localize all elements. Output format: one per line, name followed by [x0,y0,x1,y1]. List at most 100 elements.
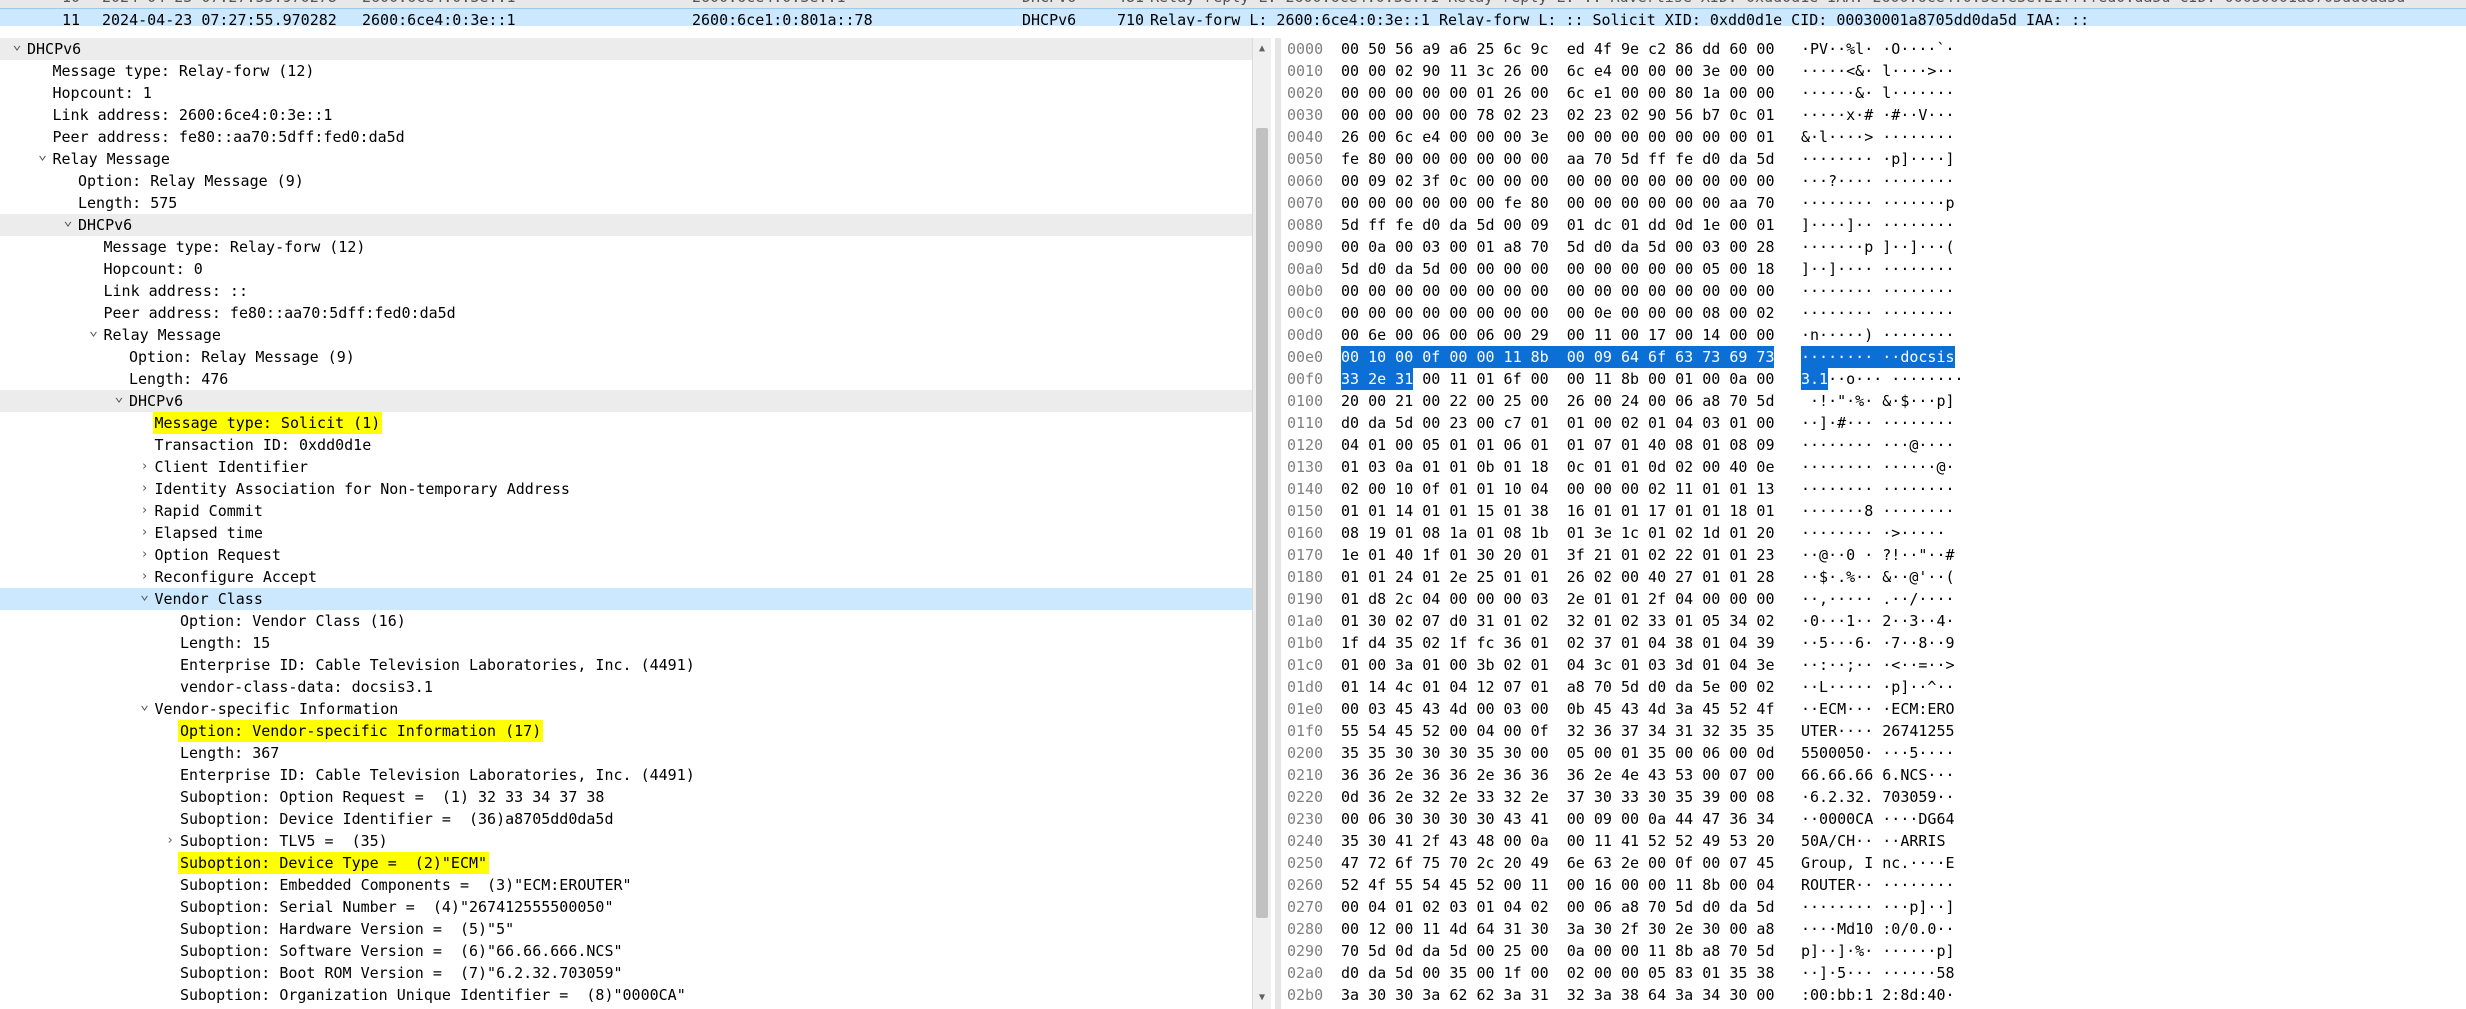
hex-row[interactable]: 0150 01 01 14 01 01 15 01 38 16 01 01 17 … [1281,500,2466,522]
tree-row[interactable]: Suboption: Software Version = (6)"66.66.… [0,940,1252,962]
hex-row[interactable]: 00c0 00 00 00 00 00 00 00 00 00 0e 00 00 … [1281,302,2466,324]
hex-row[interactable]: 0080 5d ff fe d0 da 5d 00 09 01 dc 01 dd … [1281,214,2466,236]
tree-row[interactable]: › Elapsed time [0,522,1252,544]
tree-row[interactable]: Suboption: Boot ROM Version = (7)"6.2.32… [0,962,1252,984]
hex-row[interactable]: 00b0 00 00 00 00 00 00 00 00 00 00 00 00 … [1281,280,2466,302]
hex-row[interactable]: 0030 00 00 00 00 00 78 02 23 02 23 02 90 … [1281,104,2466,126]
tree-row[interactable]: › Option Request [0,544,1252,566]
tree-row[interactable]: › Client Identifier [0,456,1252,478]
hex-row[interactable]: 0100 20 00 21 00 22 00 25 00 26 00 24 00 … [1281,390,2466,412]
tree-row[interactable]: Suboption: Hardware Version = (5)"5" [0,918,1252,940]
tree-row[interactable]: › Suboption: TLV5 = (35) [0,830,1252,852]
hex-row[interactable]: 01d0 01 14 4c 01 04 12 07 01 a8 70 5d d0 … [1281,676,2466,698]
tree-row[interactable]: Transaction ID: 0xdd0d1e [0,434,1252,456]
hex-row[interactable]: 0270 00 04 01 02 03 01 04 02 00 06 a8 70 … [1281,896,2466,918]
scroll-thumb[interactable] [1256,128,1268,918]
hex-row[interactable]: 01a0 01 30 02 07 d0 31 01 02 32 01 02 33 … [1281,610,2466,632]
tree-row[interactable]: › Identity Association for Non-temporary … [0,478,1252,500]
tree-row[interactable]: vendor-class-data: docsis3.1 [0,676,1252,698]
hex-row[interactable]: 0240 35 30 41 2f 43 48 00 0a 00 11 41 52 … [1281,830,2466,852]
tree-row[interactable]: Suboption: Device Identifier = (36)a8705… [0,808,1252,830]
tree-row[interactable]: Link address: :: [0,280,1252,302]
details-scrollbar[interactable]: ▲ ▼ [1252,38,1271,1009]
tree-row[interactable]: Hopcount: 0 [0,258,1252,280]
hex-row[interactable]: 0000 00 50 56 a9 a6 25 6c 9c ed 4f 9e c2 … [1281,38,2466,60]
hex-row[interactable]: 0290 70 5d 0d da 5d 00 25 00 0a 00 00 11 … [1281,940,2466,962]
tree-row[interactable]: Suboption: Organization Unique Identifie… [0,984,1252,1006]
hex-row[interactable]: 0160 08 19 01 08 1a 01 08 1b 01 3e 1c 01 … [1281,522,2466,544]
hex-row[interactable]: 01b0 1f d4 35 02 1f fc 36 01 02 37 01 04 … [1281,632,2466,654]
hex-row[interactable]: 00f0 33 2e 31 00 11 01 6f 00 00 11 8b 00 … [1281,368,2466,390]
chevron-down-icon[interactable]: ⌄ [61,209,75,231]
hex-row[interactable]: 0110 d0 da 5d 00 23 00 c7 01 01 00 02 01 … [1281,412,2466,434]
hex-row[interactable]: 0010 00 00 02 90 11 3c 26 00 6c e4 00 00 … [1281,60,2466,82]
hex-row[interactable]: 00e0 00 10 00 0f 00 00 11 8b 00 09 64 6f … [1281,346,2466,368]
tree-row[interactable]: Suboption: Serial Number = (4)"267412555… [0,896,1252,918]
hex-row[interactable]: 0070 00 00 00 00 00 00 fe 80 00 00 00 00 … [1281,192,2466,214]
hex-row[interactable]: 0200 35 35 30 30 30 35 30 00 05 00 01 35 … [1281,742,2466,764]
tree-row[interactable]: Enterprise ID: Cable Television Laborato… [0,764,1252,786]
hex-row[interactable]: 0170 1e 01 40 1f 01 30 20 01 3f 21 01 02 … [1281,544,2466,566]
hex-row[interactable]: 0050 fe 80 00 00 00 00 00 00 aa 70 5d ff … [1281,148,2466,170]
hex-row[interactable]: 0130 01 03 0a 01 01 0b 01 18 0c 01 01 0d … [1281,456,2466,478]
tree-row[interactable]: Suboption: Option Request = (1) 32 33 34… [0,786,1252,808]
tree-row[interactable]: Length: 575 [0,192,1252,214]
hex-row[interactable]: 0040 26 00 6c e4 00 00 00 3e 00 00 00 00 … [1281,126,2466,148]
tree-row[interactable]: Suboption: Embedded Components = (3)"ECM… [0,874,1252,896]
tree-row[interactable]: Message type: Relay-forw (12) [0,60,1252,82]
chevron-right-icon[interactable]: › [138,500,152,522]
hex-row[interactable]: 0280 00 12 00 11 4d 64 31 30 3a 30 2f 30 … [1281,918,2466,940]
tree-row[interactable]: Message type: Solicit (1) [0,412,1252,434]
chevron-right-icon[interactable]: › [138,522,152,544]
chevron-right-icon[interactable]: › [138,478,152,500]
tree-row[interactable]: Option: Relay Message (9) [0,346,1252,368]
tree-row[interactable]: ⌄ Vendor Class [0,585,1252,610]
chevron-down-icon[interactable]: ⌄ [10,38,24,55]
hex-row[interactable]: 00d0 00 6e 00 06 00 06 00 29 00 11 00 17 … [1281,324,2466,346]
chevron-right-icon[interactable]: › [138,456,152,478]
tree-row[interactable]: Hopcount: 1 [0,82,1252,104]
tree-row[interactable]: Suboption: Device Type = (2)"ECM" [0,852,1252,874]
tree-row[interactable]: ⌄ Relay Message [0,321,1252,346]
scroll-up-icon[interactable]: ▲ [1253,40,1271,58]
hex-row[interactable]: 02a0 d0 da 5d 00 35 00 1f 00 02 00 00 05 … [1281,962,2466,984]
scroll-down-icon[interactable]: ▼ [1253,989,1271,1007]
hex-row[interactable]: 0210 36 36 2e 36 36 2e 36 36 36 2e 4e 43 … [1281,764,2466,786]
tree-row[interactable]: › Rapid Commit [0,500,1252,522]
hex-row[interactable]: 0190 01 d8 2c 04 00 00 00 03 2e 01 01 2f … [1281,588,2466,610]
tree-row[interactable]: Length: 367 [0,742,1252,764]
chevron-down-icon[interactable]: ⌄ [138,583,152,605]
tree-row[interactable]: Peer address: fe80::aa70:5dff:fed0:da5d [0,126,1252,148]
tree-row[interactable]: Length: 476 [0,368,1252,390]
packet-row-selected[interactable]: 11 2024-04-23 07:27:55.970282 2600:6ce4:… [0,8,2466,26]
hex-row[interactable]: 00a0 5d d0 da 5d 00 00 00 00 00 00 00 00 … [1281,258,2466,280]
hex-row[interactable]: 0180 01 01 24 01 2e 25 01 01 26 02 00 40 … [1281,566,2466,588]
chevron-down-icon[interactable]: ⌄ [138,693,152,715]
tree-row[interactable]: ⌄ Vendor-specific Information [0,695,1252,720]
tree-row[interactable]: ⌄ DHCPv6 [0,387,1252,412]
hex-row[interactable]: 0220 0d 36 2e 32 2e 33 32 2e 37 30 33 30 … [1281,786,2466,808]
tree-row[interactable]: Enterprise ID: Cable Television Laborato… [0,654,1252,676]
chevron-down-icon[interactable]: ⌄ [112,385,126,407]
hex-row[interactable]: 0140 02 00 10 0f 01 01 10 04 00 00 00 02 … [1281,478,2466,500]
tree-row[interactable]: Peer address: fe80::aa70:5dff:fed0:da5d [0,302,1252,324]
hex-row[interactable]: 0090 00 0a 00 03 00 01 a8 70 5d d0 da 5d … [1281,236,2466,258]
hex-row[interactable]: 01e0 00 03 45 43 4d 00 03 00 0b 45 43 4d … [1281,698,2466,720]
tree-row[interactable]: Option: Relay Message (9) [0,170,1252,192]
tree-row[interactable]: › Reconfigure Accept [0,566,1252,588]
hex-row[interactable]: 0020 00 00 00 00 00 01 26 00 6c e1 00 00 … [1281,82,2466,104]
packet-row[interactable]: 10 2024-04-23 07:27:55.970278 2600:6ce4:… [0,0,2466,8]
hex-row[interactable]: 01f0 55 54 45 52 00 04 00 0f 32 36 37 34 … [1281,720,2466,742]
hex-row[interactable]: 0060 00 09 02 3f 0c 00 00 00 00 00 00 00 … [1281,170,2466,192]
tree-row[interactable]: ⌄ DHCPv6 [0,211,1252,236]
tree-row[interactable]: Length: 15 [0,632,1252,654]
hex-row[interactable]: 01c0 01 00 3a 01 00 3b 02 01 04 3c 01 03 … [1281,654,2466,676]
tree-row[interactable]: ⌄ Relay Message [0,145,1252,170]
chevron-down-icon[interactable]: ⌄ [36,143,50,165]
tree-row[interactable]: Option: Vendor-specific Information (17) [0,720,1252,742]
tree-row[interactable]: Message type: Relay-forw (12) [0,236,1252,258]
chevron-down-icon[interactable]: ⌄ [87,319,101,341]
hex-row[interactable]: 0120 04 01 00 05 01 01 06 01 01 07 01 40 … [1281,434,2466,456]
chevron-right-icon[interactable]: › [163,830,177,852]
tree-row[interactable]: Option: Vendor Class (16) [0,610,1252,632]
